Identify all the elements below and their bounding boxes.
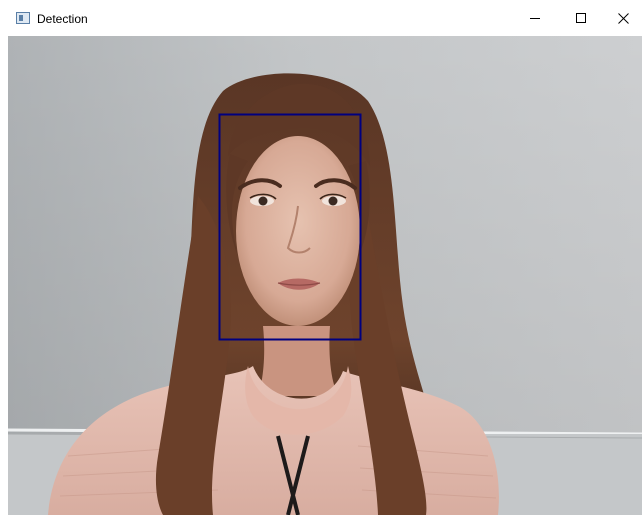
title-bar[interactable]: Detection: [0, 0, 642, 36]
webcam-frame: [8, 36, 642, 515]
window-icon[interactable]: [16, 12, 30, 24]
maximize-button[interactable]: [558, 0, 604, 36]
minimize-button[interactable]: [512, 0, 558, 36]
detection-window: Detection: [0, 0, 642, 515]
window-title: Detection: [37, 12, 88, 26]
close-button[interactable]: [604, 0, 642, 36]
webcam-image: [8, 36, 642, 515]
maximize-icon: [576, 13, 586, 23]
close-icon: [617, 12, 629, 24]
minimize-icon: [530, 18, 540, 19]
